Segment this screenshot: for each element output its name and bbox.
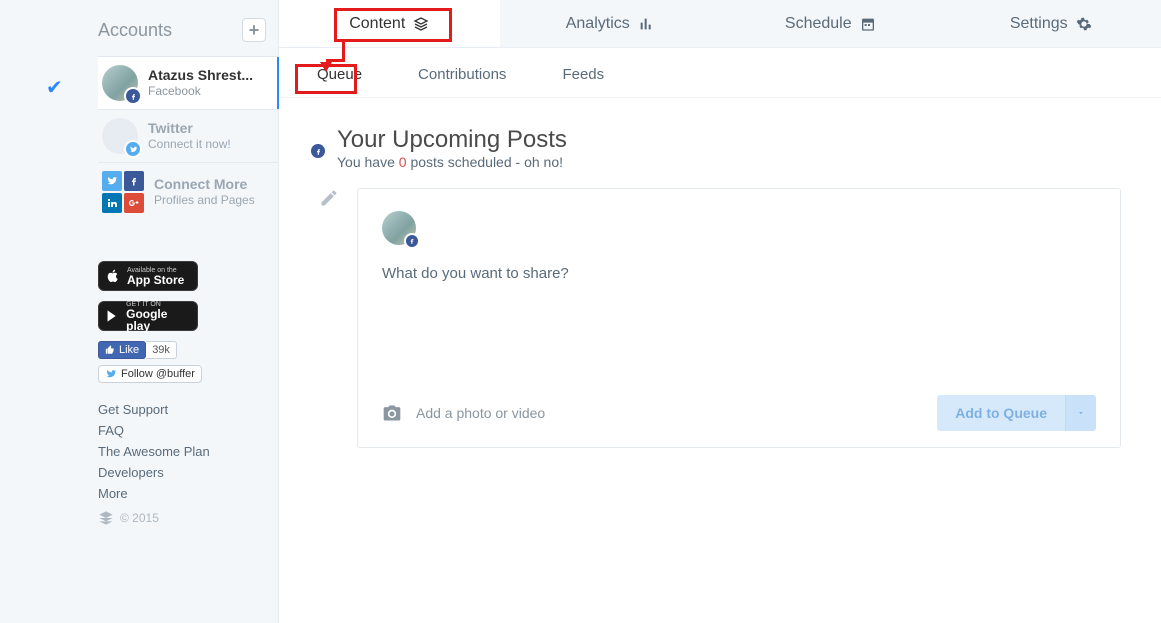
fb-like-widget[interactable]: Like 39k [98, 341, 278, 359]
chevron-down-icon[interactable] [1065, 395, 1096, 431]
twitter-follow-widget[interactable]: Follow @buffer [98, 365, 202, 383]
account-name: Atazus Shrest... [148, 67, 253, 84]
copyright: © 2015 [0, 510, 278, 526]
stack-icon [413, 16, 429, 32]
facebook-icon [124, 87, 142, 105]
footer-link[interactable]: Get Support [98, 399, 278, 420]
tab-settings[interactable]: Settings [941, 0, 1161, 47]
networks-icon [102, 171, 144, 213]
footer-link[interactable]: More [98, 483, 278, 504]
footer-links: Get Support FAQ The Awesome Plan Develop… [0, 399, 278, 504]
pencil-icon [319, 188, 339, 211]
tab-schedule[interactable]: Schedule [720, 0, 941, 47]
fb-like-count: 39k [146, 341, 177, 359]
app-store-badge[interactable]: Available on theApp Store [98, 261, 198, 291]
page-title: Your Upcoming Posts [337, 126, 567, 154]
apple-icon [105, 268, 121, 284]
avatar [319, 140, 323, 156]
tab-analytics[interactable]: Analytics [500, 0, 721, 47]
connect-more-row[interactable]: Connect More Profiles and Pages [98, 163, 278, 221]
stack-icon [98, 510, 114, 526]
add-account-button[interactable]: + [242, 18, 266, 42]
thumbs-up-icon [105, 345, 115, 355]
camera-icon [382, 403, 402, 423]
tab-content[interactable]: Content [279, 0, 500, 47]
google-play-badge[interactable]: GET IT ONGoogle play [98, 301, 198, 331]
avatar [102, 118, 138, 154]
main: Content Analytics Schedule Settings Queu… [279, 0, 1161, 623]
calendar-icon [860, 16, 876, 32]
footer-link[interactable]: FAQ [98, 420, 278, 441]
subtab-contributions[interactable]: Contributions [418, 66, 506, 83]
facebook-icon [404, 233, 420, 249]
composer[interactable]: What do you want to share? Add a photo o… [357, 188, 1121, 448]
avatar [382, 211, 416, 245]
queue-panel: Your Upcoming Posts You have 0 posts sch… [279, 98, 1161, 488]
sub-nav: Queue Contributions Feeds [279, 48, 1161, 98]
footer-link[interactable]: The Awesome Plan [98, 441, 278, 462]
subtab-feeds[interactable]: Feeds [562, 66, 604, 83]
connect-more-title: Connect More [154, 176, 255, 193]
add-media-button[interactable]: Add a photo or video [382, 403, 545, 423]
account-row-facebook[interactable]: ✔ Atazus Shrest... Facebook [98, 57, 279, 109]
twitter-icon [105, 368, 117, 380]
compose-prompt[interactable]: What do you want to share? [382, 265, 1096, 282]
sidebar: Accounts + ✔ Atazus Shrest... Facebook [0, 0, 279, 623]
add-to-queue-button[interactable]: Add to Queue [937, 395, 1096, 431]
connect-more-sub: Profiles and Pages [154, 193, 255, 207]
account-sub: Connect it now! [148, 137, 231, 151]
play-icon [105, 308, 120, 324]
top-nav: Content Analytics Schedule Settings [279, 0, 1161, 48]
footer-link[interactable]: Developers [98, 462, 278, 483]
subtab-queue[interactable]: Queue [317, 66, 362, 83]
queue-count-text: You have 0 posts scheduled - oh no! [337, 154, 567, 170]
check-icon: ✔ [46, 75, 63, 100]
account-name: Twitter [148, 120, 231, 137]
avatar [102, 65, 138, 101]
gear-icon [1076, 16, 1092, 32]
twitter-icon [124, 140, 142, 158]
account-network: Facebook [148, 84, 253, 98]
facebook-icon [309, 142, 327, 160]
accounts-heading: Accounts [98, 20, 172, 41]
bars-icon [638, 16, 654, 32]
account-row-twitter[interactable]: Twitter Connect it now! [98, 110, 278, 162]
